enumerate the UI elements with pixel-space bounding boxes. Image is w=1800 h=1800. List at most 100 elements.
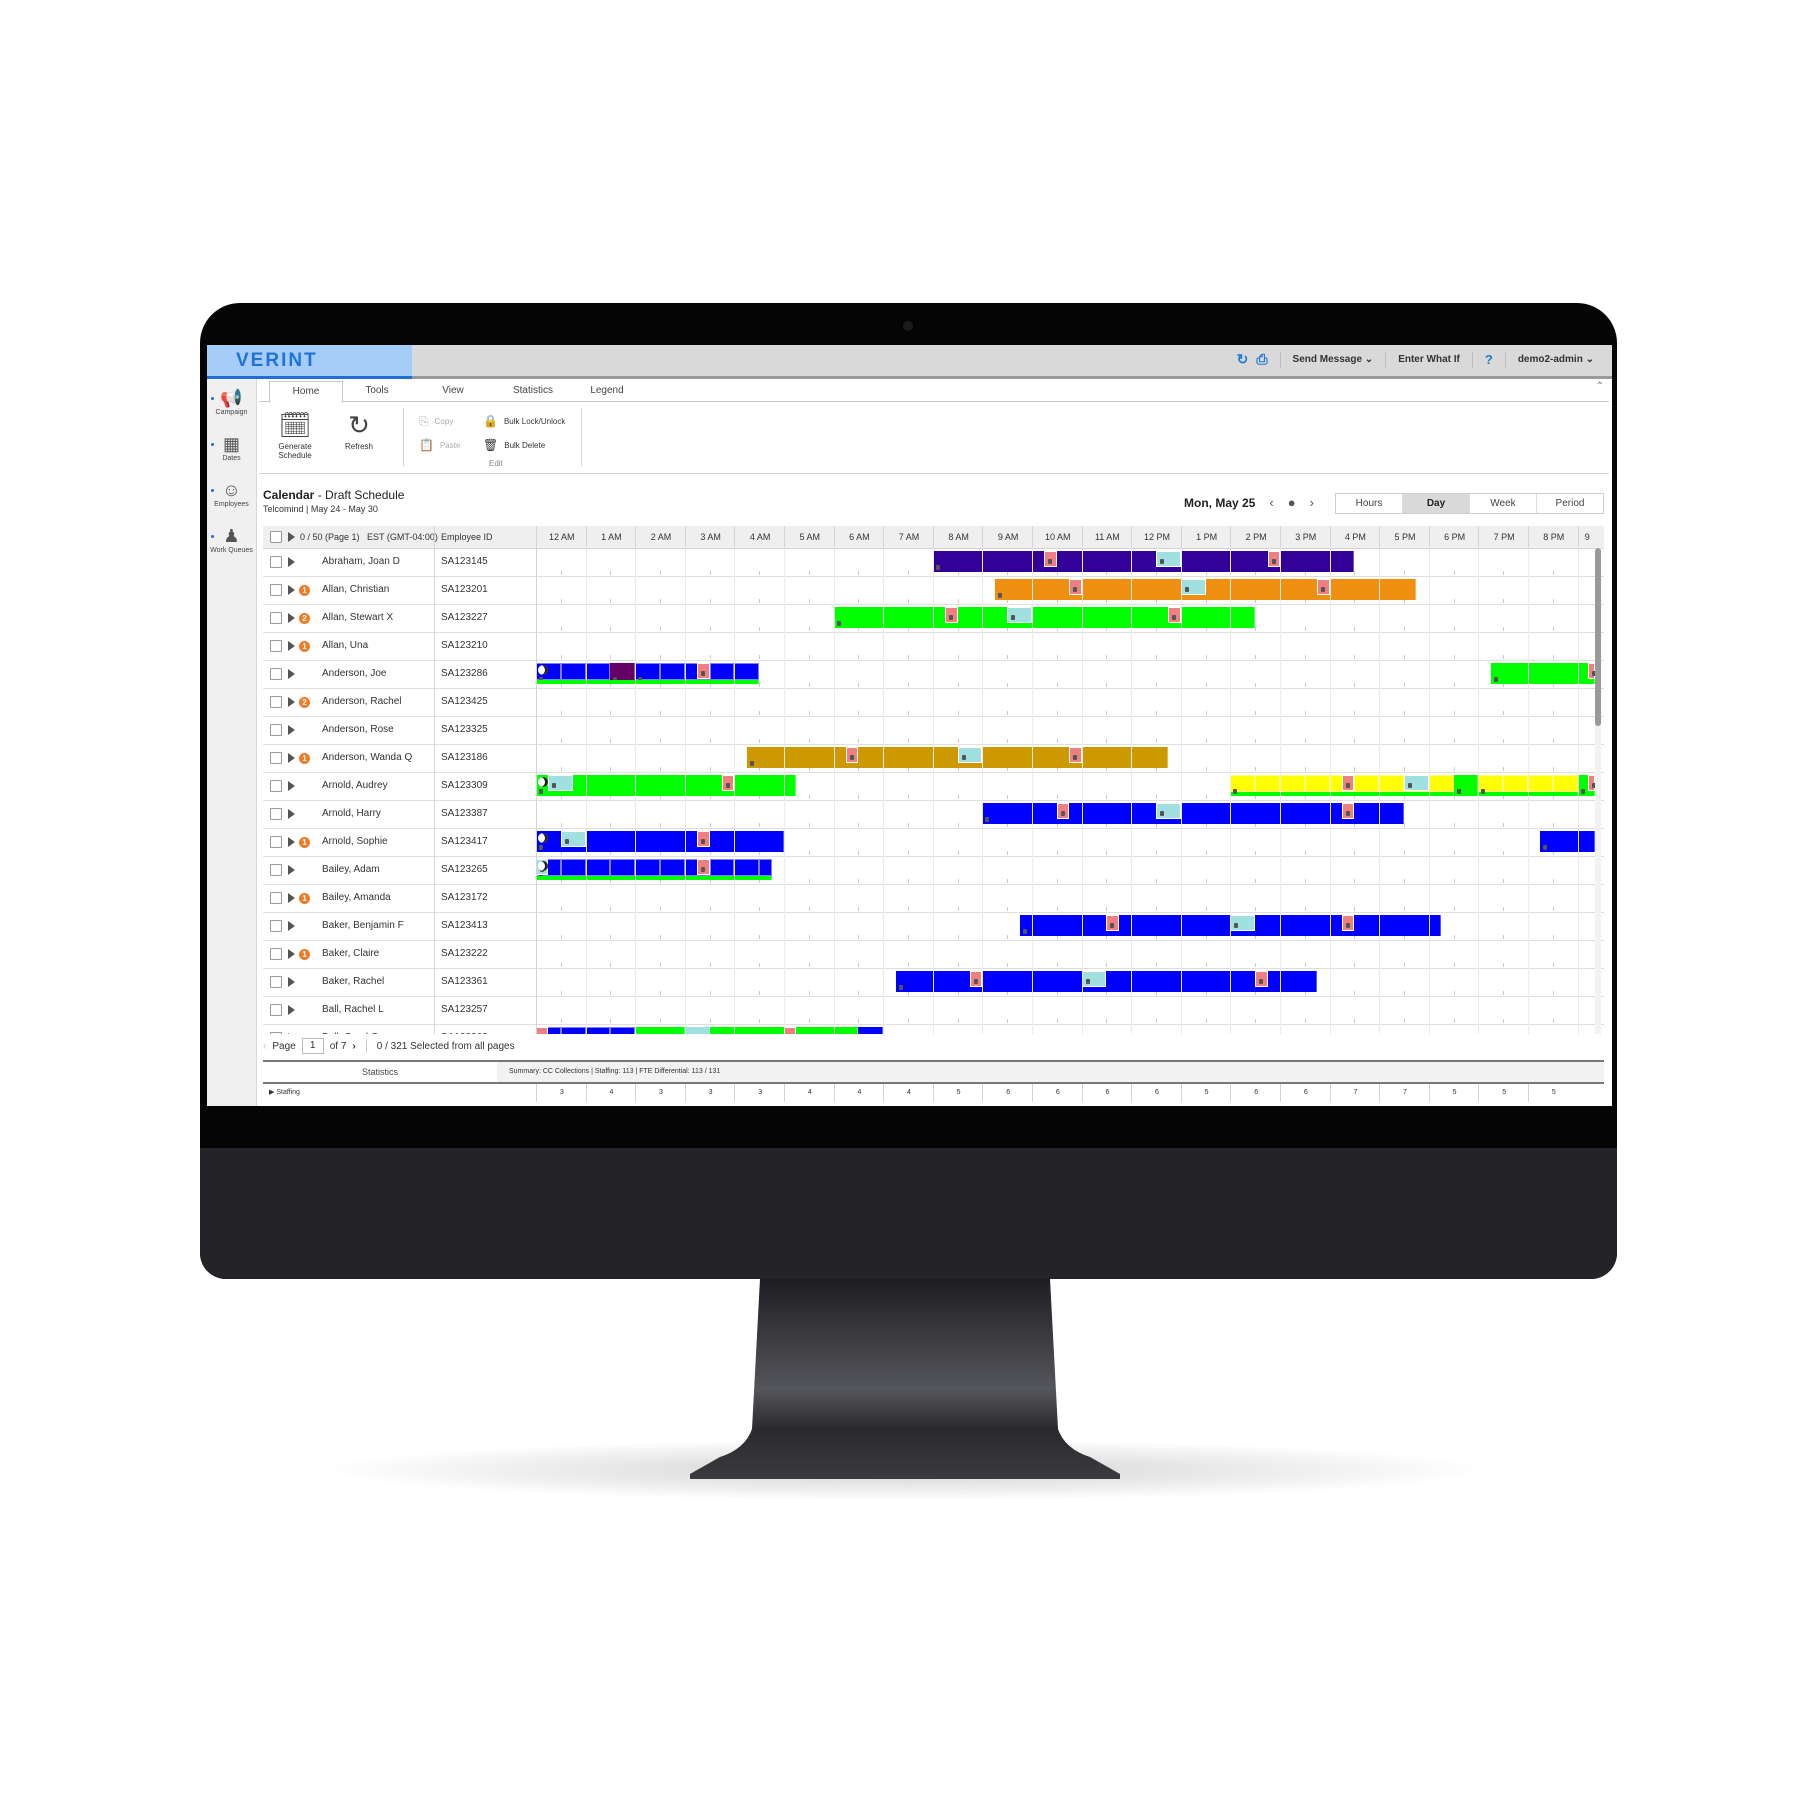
expand-row-icon[interactable] [288, 977, 295, 987]
print-icon[interactable]: ⎙ [1256, 351, 1267, 368]
expand-row-icon[interactable] [288, 1005, 295, 1015]
employee-name[interactable]: Arnold, Audrey [322, 772, 388, 800]
employee-name[interactable]: Arnold, Sophie [322, 828, 388, 856]
row-checkbox[interactable] [270, 696, 282, 708]
page-input[interactable]: 1 [301, 1038, 324, 1054]
row-checkbox[interactable] [270, 976, 282, 988]
row-checkbox[interactable] [270, 556, 282, 568]
select-all-checkbox[interactable] [270, 531, 282, 543]
help-icon[interactable]: ? [1485, 352, 1493, 367]
expand-row-icon[interactable] [288, 865, 295, 875]
paste-button[interactable]: 📋 Paste [419, 438, 460, 452]
shift-segment[interactable] [560, 663, 586, 680]
employee-name[interactable]: Allan, Stewart X [322, 604, 393, 632]
view-period-button[interactable]: Period [1536, 494, 1603, 513]
shift-bar[interactable] [833, 607, 1256, 628]
shift-bar[interactable] [932, 551, 1355, 572]
shift-segment[interactable] [1428, 775, 1454, 792]
shift-bar[interactable] [536, 775, 797, 796]
expand-row-icon[interactable] [288, 809, 295, 819]
shift-bar[interactable] [895, 971, 1318, 992]
employee-name[interactable]: Anderson, Rachel [322, 688, 402, 716]
shift-bar[interactable] [1540, 831, 1595, 852]
shift-segment[interactable] [1255, 775, 1280, 792]
row-checkbox[interactable] [270, 864, 282, 876]
shift-segment[interactable] [1503, 775, 1528, 792]
shift-segment[interactable] [585, 859, 611, 876]
expand-row-icon[interactable] [288, 921, 295, 931]
employee-name[interactable]: Ball, Carol C [322, 1024, 378, 1034]
refresh-button[interactable]: ↻ Refresh [333, 408, 385, 451]
shift-segment[interactable] [1280, 775, 1305, 792]
employee-name[interactable]: Arnold, Harry [322, 800, 381, 828]
rail-item-campaign[interactable]: 📢 Campaign [207, 387, 256, 416]
row-checkbox[interactable] [270, 1032, 282, 1034]
shift-segment[interactable] [585, 663, 611, 680]
shift-segment[interactable] [560, 1027, 586, 1034]
today-button[interactable]: ● [1288, 495, 1296, 510]
employee-name[interactable]: Anderson, Wanda Q [322, 744, 412, 772]
bulk-lock-button[interactable]: 🔒 Bulk Lock/Unlock [483, 414, 565, 428]
view-hours-button[interactable]: Hours [1336, 494, 1402, 513]
expand-row-icon[interactable] [288, 893, 295, 903]
row-checkbox[interactable] [270, 584, 282, 596]
scroll-thumb[interactable] [1595, 548, 1601, 726]
expand-row-icon[interactable] [288, 781, 295, 791]
send-message-button[interactable]: Send Message ⌄ [1293, 354, 1374, 365]
view-day-button[interactable]: Day [1402, 494, 1469, 513]
employee-name[interactable]: Abraham, Joan D [322, 548, 400, 576]
employee-name[interactable]: Bailey, Adam [322, 856, 380, 884]
row-checkbox[interactable] [270, 1004, 282, 1016]
shift-segment[interactable] [660, 663, 685, 680]
rail-item-employees[interactable]: ☺ Employees [207, 479, 256, 508]
employee-name[interactable]: Baker, Rachel [322, 968, 384, 996]
employee-name[interactable]: Bailey, Amanda [322, 884, 391, 912]
row-checkbox[interactable] [270, 892, 282, 904]
row-checkbox[interactable] [270, 920, 282, 932]
shift-bar[interactable] [858, 1027, 884, 1034]
shift-segment[interactable] [1379, 775, 1404, 792]
prev-day-button[interactable]: ‹ [1269, 495, 1273, 510]
short-break[interactable] [784, 1027, 797, 1034]
short-break[interactable] [536, 1027, 549, 1034]
staffing-toggle[interactable]: ▶ Staffing [269, 1084, 300, 1102]
expand-row-icon[interactable] [288, 613, 295, 623]
tab-statistics[interactable]: Statistics [497, 381, 569, 400]
row-checkbox[interactable] [270, 780, 282, 792]
employee-name[interactable]: Allan, Christian [322, 576, 389, 604]
shift-segment[interactable] [1552, 775, 1578, 792]
shift-segment[interactable] [709, 859, 735, 876]
row-checkbox[interactable] [270, 836, 282, 848]
expand-row-icon[interactable] [288, 557, 295, 567]
employee-name[interactable]: Anderson, Joe [322, 660, 387, 688]
shift-segment[interactable] [1354, 775, 1380, 792]
shift-segment[interactable] [560, 859, 586, 876]
expand-row-icon[interactable] [288, 949, 295, 959]
expand-row-icon[interactable] [288, 753, 295, 763]
bulk-delete-button[interactable]: 🗑 Bulk Delete [483, 438, 545, 452]
collapse-ribbon-icon[interactable]: ⌃ [1596, 381, 1604, 392]
row-checkbox[interactable] [270, 724, 282, 736]
expand-row-icon[interactable] [288, 585, 295, 595]
user-menu[interactable]: demo2-admin ⌄ [1518, 354, 1594, 365]
employee-name[interactable]: Anderson, Rose [322, 716, 394, 744]
next-page-button[interactable]: › [352, 1041, 355, 1052]
shift-bar[interactable] [994, 579, 1417, 600]
shift-segment[interactable] [709, 663, 735, 680]
row-checkbox[interactable] [270, 752, 282, 764]
tab-legend[interactable]: Legend [575, 381, 639, 400]
shift-segment[interactable] [610, 859, 636, 876]
vertical-scrollbar[interactable] [1595, 548, 1601, 1034]
expand-row-icon[interactable] [288, 837, 295, 847]
employee-name[interactable]: Baker, Benjamin F [322, 912, 404, 940]
expand-row-icon[interactable] [288, 641, 295, 651]
shift-bar[interactable] [982, 803, 1404, 824]
shift-bar[interactable] [635, 1027, 685, 1034]
expand-row-icon[interactable] [288, 1033, 295, 1034]
shift-bar[interactable] [1490, 663, 1595, 684]
employee-name[interactable]: Allan, Una [322, 632, 368, 660]
shift-segment[interactable] [1528, 775, 1553, 792]
employee-id-header[interactable]: Employee ID [441, 526, 493, 548]
generate-schedule-button[interactable]: 🗓 Generate Schedule [269, 408, 321, 460]
rail-item-dates[interactable]: ▦ Dates [207, 433, 256, 462]
